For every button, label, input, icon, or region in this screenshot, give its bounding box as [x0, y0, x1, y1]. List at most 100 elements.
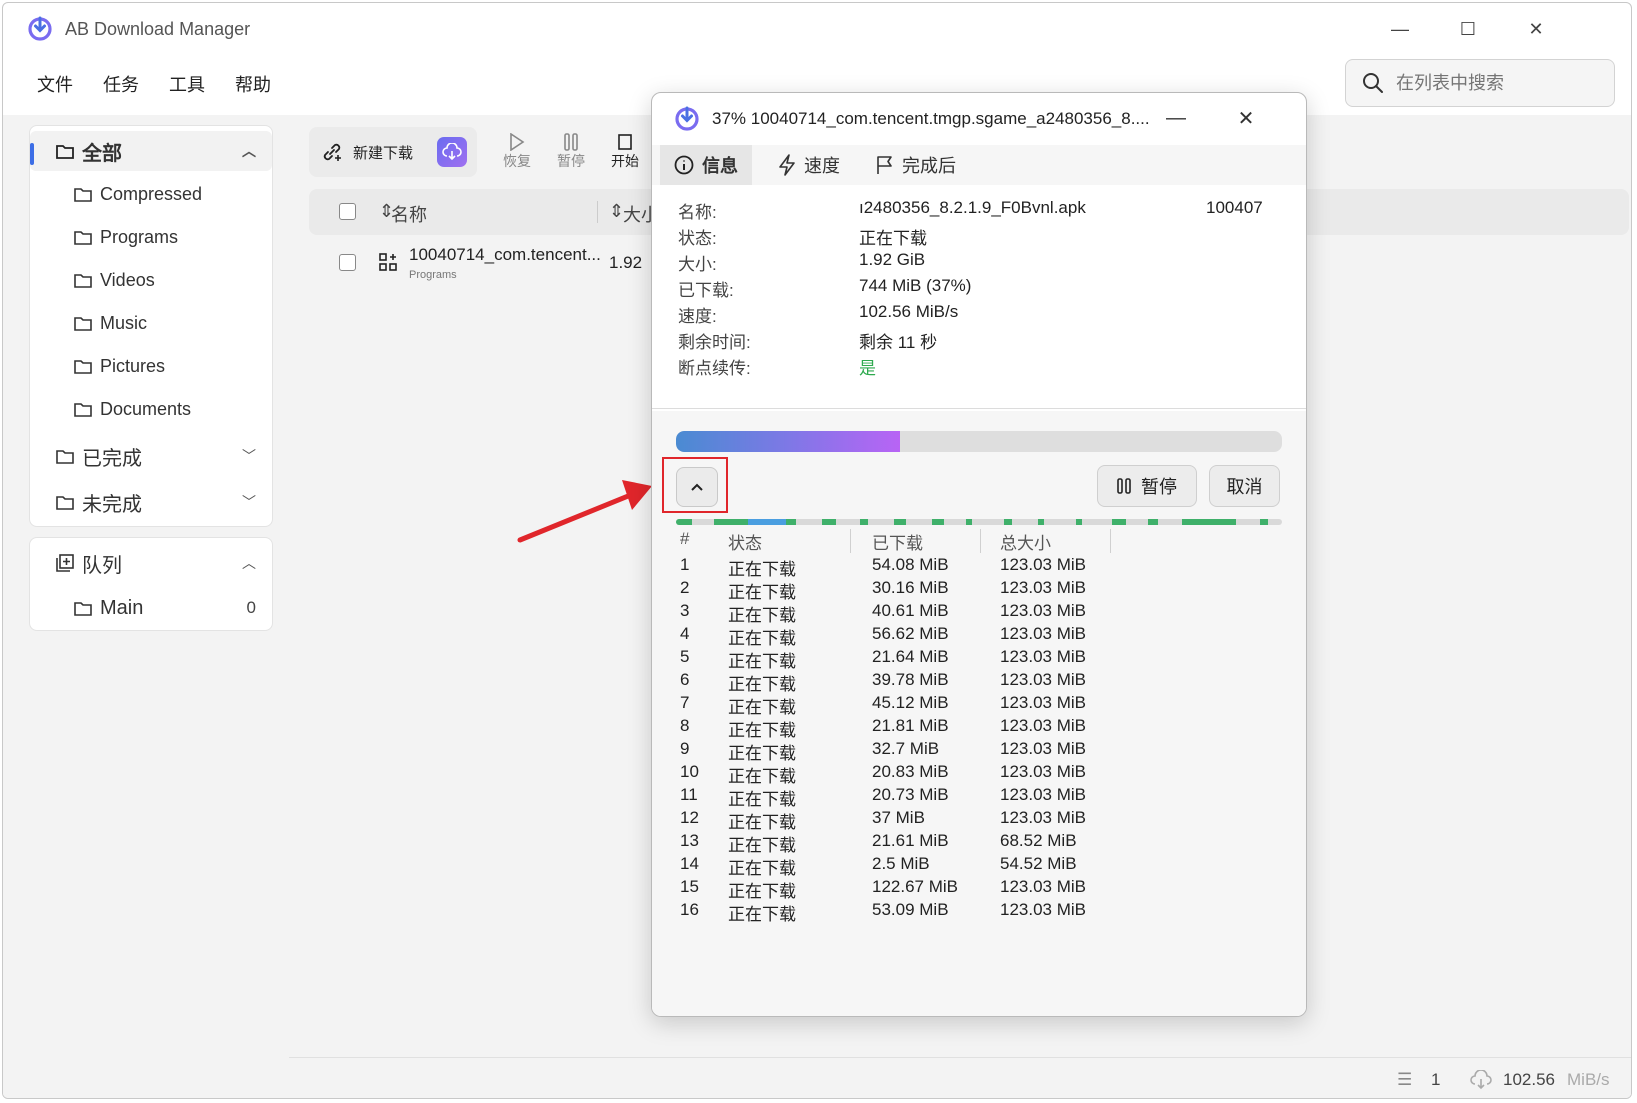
status-value: 正在下载 — [859, 229, 927, 248]
sidebar-item-videos[interactable]: Videos — [30, 260, 272, 300]
part-status: 正在下载 — [728, 744, 796, 763]
chevron-up-icon[interactable]: ︿ — [242, 553, 256, 573]
menu-file[interactable]: 文件 — [25, 67, 85, 101]
sidebar-item-completed[interactable]: 已完成 ﹀ — [30, 436, 272, 476]
remaining-label: 剩余时间: — [678, 333, 751, 352]
size-label: 大小: — [678, 255, 717, 274]
start-icon — [618, 134, 632, 150]
part-total: 123.03 MiB — [1000, 578, 1086, 597]
sidebar-item-programs[interactable]: Programs — [30, 217, 272, 257]
part-number: 7 — [680, 693, 690, 712]
sidebar-item-main-queue[interactable]: Main 0 — [30, 588, 272, 628]
tab-speed[interactable]: 速度 — [764, 145, 854, 185]
select-all-checkbox[interactable] — [339, 203, 356, 220]
part-status: 正在下载 — [728, 721, 796, 740]
table-row: 6 正在下载 39.78 MiB 123.03 MiB — [652, 670, 1306, 694]
part-segment — [1112, 519, 1126, 525]
dialog-minimize-button[interactable]: — — [1156, 103, 1196, 133]
sidebar-item-label: Documents — [100, 398, 192, 419]
search-input[interactable] — [1396, 72, 1596, 94]
table-row: 2 正在下载 30.16 MiB 123.03 MiB — [652, 578, 1306, 602]
part-total: 123.03 MiB — [1000, 670, 1086, 689]
table-row: 14 正在下载 2.5 MiB 54.52 MiB — [652, 854, 1306, 878]
sidebar-item-unfinished[interactable]: 未完成 ﹀ — [30, 482, 272, 522]
tab-after-complete[interactable]: 完成后 — [862, 145, 970, 185]
part-downloaded: 45.12 MiB — [872, 693, 949, 712]
part-segment — [714, 519, 752, 525]
downloaded-value: 744 MiB (37%) — [859, 276, 972, 295]
minimize-button[interactable]: — — [1377, 13, 1423, 45]
file-name: 10040714_com.tencent... — [409, 245, 601, 264]
search-icon — [1363, 73, 1383, 93]
part-segment — [932, 519, 944, 525]
folder-icon — [74, 273, 92, 288]
part-total: 123.03 MiB — [1000, 785, 1086, 804]
parts-col-status: 状态 — [728, 534, 762, 553]
dialog-close-button[interactable]: ✕ — [1226, 103, 1266, 133]
part-number: 13 — [680, 831, 699, 850]
part-status: 正在下载 — [728, 905, 796, 924]
search-box[interactable] — [1345, 59, 1615, 107]
part-status: 正在下载 — [728, 629, 796, 648]
parts-col-downloaded: 已下载 — [872, 534, 923, 553]
name-value-overflow: 100407 — [1206, 198, 1263, 217]
maximize-button[interactable]: ☐ — [1445, 13, 1491, 45]
pause-label: 暂停 — [557, 153, 585, 169]
column-name-header[interactable]: 名称 — [391, 201, 427, 227]
part-total: 123.03 MiB — [1000, 808, 1086, 827]
part-status: 正在下载 — [728, 652, 796, 671]
resume-support-value: 是 — [859, 359, 876, 378]
dialog-title: 37% 10040714_com.tencent.tmgp.sgame_a248… — [712, 109, 1150, 128]
chevron-up-icon[interactable]: ︿ — [242, 141, 256, 161]
part-number: 12 — [680, 808, 699, 827]
size-value: 1.92 GiB — [859, 250, 926, 269]
start-button[interactable]: 开始 — [599, 127, 651, 177]
cloud-download-icon — [1470, 1070, 1492, 1090]
part-segment — [822, 519, 836, 525]
sort-icon[interactable]: ⇕ — [609, 201, 624, 222]
name-label: 名称: — [678, 203, 717, 222]
cloud-download-icon[interactable] — [437, 137, 467, 167]
app-title: AB Download Manager — [65, 19, 251, 39]
part-downloaded: 20.83 MiB — [872, 762, 949, 781]
part-downloaded: 40.61 MiB — [872, 601, 949, 620]
sidebar-item-label: Compressed — [100, 183, 203, 204]
sidebar-item-music[interactable]: Music — [30, 303, 272, 343]
part-number: 3 — [680, 601, 690, 620]
pause-button[interactable]: 暂停 — [1097, 465, 1197, 507]
new-download-button[interactable]: 新建下载 — [309, 127, 477, 177]
menu-tools[interactable]: 工具 — [157, 67, 217, 101]
part-segment — [786, 519, 796, 525]
cancel-button[interactable]: 取消 — [1209, 465, 1280, 507]
tab-info[interactable]: 信息 — [660, 145, 752, 185]
menu-help[interactable]: 帮助 — [223, 67, 283, 101]
close-button[interactable]: ✕ — [1513, 13, 1559, 45]
folder-icon — [74, 316, 92, 331]
sidebar-item-compressed[interactable]: Compressed — [30, 174, 272, 214]
table-row[interactable]: 10040714_com.tencent... Programs 1.92 — [309, 243, 642, 303]
chevron-down-icon[interactable]: ﹀ — [242, 446, 256, 466]
column-divider — [980, 529, 981, 553]
table-row: 3 正在下载 40.61 MiB 123.03 MiB — [652, 601, 1306, 625]
flag-icon — [877, 156, 892, 174]
column-divider — [850, 529, 851, 553]
menu-tasks[interactable]: 任务 — [91, 67, 151, 101]
table-row: 12 正在下载 37 MiB 123.03 MiB — [652, 808, 1306, 832]
folder-download-icon — [56, 495, 74, 510]
part-number: 8 — [680, 716, 690, 735]
chevron-down-icon[interactable]: ﹀ — [242, 492, 256, 512]
sidebar-item-all[interactable]: 全部 ︿ — [30, 131, 272, 171]
pause-toolbar-button[interactable]: 暂停 — [545, 127, 597, 177]
toggle-parts-button[interactable] — [676, 467, 718, 507]
part-downloaded: 32.7 MiB — [872, 739, 940, 758]
part-downloaded: 21.61 MiB — [872, 831, 949, 850]
sidebar-item-pictures[interactable]: Pictures — [30, 346, 272, 386]
progress-fill — [676, 431, 901, 452]
row-checkbox[interactable] — [339, 254, 356, 271]
download-dialog: 37% 10040714_com.tencent.tmgp.sgame_a248… — [651, 92, 1307, 1017]
part-status: 正在下载 — [728, 583, 796, 602]
resume-button[interactable]: 恢复 — [491, 127, 543, 177]
sidebar-item-documents[interactable]: Documents — [30, 389, 272, 429]
part-status: 正在下载 — [728, 560, 796, 579]
sidebar-item-queue[interactable]: 队列 ︿ — [30, 543, 272, 583]
